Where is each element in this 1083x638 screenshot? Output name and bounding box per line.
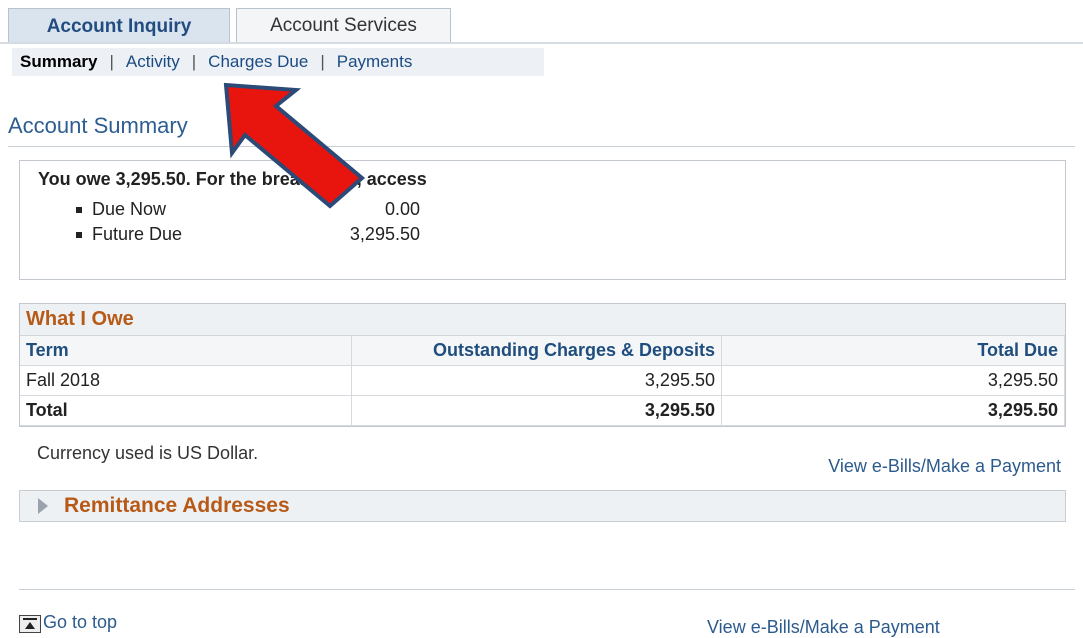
total-label-cell: Total xyxy=(20,395,352,426)
go-to-top-icon[interactable] xyxy=(19,615,41,633)
tab-account-inquiry[interactable]: Account Inquiry xyxy=(8,8,230,44)
future-due-row: Future Due 3,295.50 xyxy=(76,224,420,245)
tab-divider xyxy=(0,42,1083,44)
total-outstanding-cell: 3,295.50 xyxy=(351,395,722,426)
page-title: Account Summary xyxy=(8,113,188,138)
total-due-cell: 3,295.50 xyxy=(721,395,1065,426)
subnav-separator: | xyxy=(320,52,325,71)
total-due-cell: 3,295.50 xyxy=(721,365,1065,396)
outstanding-cell: 3,295.50 xyxy=(351,365,722,396)
subnav-payments-link[interactable]: Payments xyxy=(337,52,413,72)
what-i-owe-table: Term Outstanding Charges & Deposits Tota… xyxy=(20,336,1065,426)
subnav-separator: | xyxy=(109,52,114,71)
footer-divider xyxy=(19,589,1075,590)
bullet-icon xyxy=(76,207,82,213)
term-cell: Fall 2018 xyxy=(20,365,352,396)
balance-summary-box: You owe 3,295.50. For the breakdown, acc… xyxy=(19,160,1066,280)
tab-bar: Account Inquiry Account Services xyxy=(0,8,1083,44)
view-ebills-link-bottom[interactable]: View e-Bills/Make a Payment xyxy=(707,617,940,638)
table-row: Fall 2018 3,295.50 3,295.50 xyxy=(20,365,1065,396)
subnav-summary: Summary xyxy=(20,52,98,71)
table-header-row: Term Outstanding Charges & Deposits Tota… xyxy=(20,336,1065,366)
go-to-top-label[interactable]: Go to top xyxy=(43,612,117,633)
what-i-owe-panel: What I Owe Term Outstanding Charges & De… xyxy=(19,303,1066,427)
tab-account-services[interactable]: Account Services xyxy=(236,8,451,42)
due-now-amount: 0.00 xyxy=(384,199,420,219)
due-now-row: Due Now 0.00 xyxy=(76,199,420,220)
subnav-activity-link[interactable]: Activity xyxy=(126,52,180,72)
remittance-addresses-label[interactable]: Remittance Addresses xyxy=(64,494,290,518)
what-i-owe-heading: What I Owe xyxy=(20,304,1065,336)
go-to-top-link[interactable]: Go to top xyxy=(19,612,117,633)
column-header-term: Term xyxy=(20,336,352,366)
bullet-icon xyxy=(76,232,82,238)
title-divider xyxy=(8,146,1075,147)
due-now-label: Due Now xyxy=(92,199,167,219)
subnav-separator: | xyxy=(191,52,197,71)
future-due-label: Future Due xyxy=(92,224,183,244)
table-total-row: Total 3,295.50 3,295.50 xyxy=(20,395,1065,426)
future-due-amount: 3,295.50 xyxy=(349,224,420,244)
expand-triangle-icon[interactable] xyxy=(38,498,48,514)
column-header-outstanding: Outstanding Charges & Deposits xyxy=(351,336,722,366)
currency-note: Currency used is US Dollar. xyxy=(37,443,259,463)
remittance-addresses-collapsible[interactable]: Remittance Addresses xyxy=(19,490,1066,522)
subnav-charges-due-link[interactable]: Charges Due xyxy=(208,52,308,72)
amount-owed-text: You owe 3,295.50. For the breakdown, acc… xyxy=(38,169,427,189)
column-header-total-due: Total Due xyxy=(721,336,1065,366)
view-ebills-link[interactable]: View e-Bills/Make a Payment xyxy=(828,456,1061,477)
sub-navigation: Summary | Activity | Charges Due | Payme… xyxy=(12,48,544,76)
